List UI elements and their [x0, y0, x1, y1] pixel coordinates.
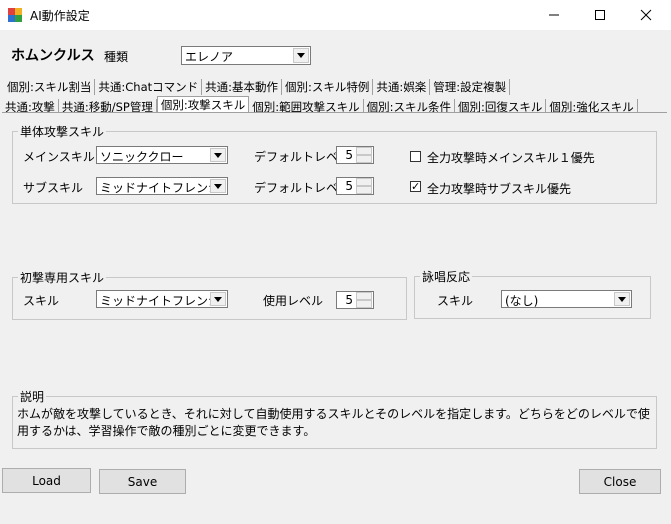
sub-skill-select[interactable]: ミッドナイトフレンジ [96, 177, 228, 195]
first-attack-group-label: 初撃専用スキル [18, 269, 107, 286]
chevron-down-icon[interactable] [614, 292, 630, 306]
tab-skill-assign[interactable]: 個別:スキル割当 [4, 79, 96, 95]
maximize-button[interactable] [577, 0, 623, 30]
tab-row-1: 個別:スキル割当 共通:Chatコマンド 共通:基本動作 個別:スキル特例 共通… [4, 79, 511, 95]
first-attack-level-label: 使用レベル [263, 294, 324, 308]
app-icon [8, 8, 22, 22]
minimize-icon [549, 14, 559, 16]
sub-level-value: 5 [345, 179, 353, 193]
chant-reaction-group-label: 詠唱反応 [420, 268, 473, 285]
sub-priority-label: 全力攻撃時サブスキル優先 [427, 182, 572, 196]
main-level-value: 5 [345, 148, 353, 162]
spin-up-icon[interactable] [356, 147, 372, 155]
window-title: AI動作設定 [30, 9, 90, 23]
chant-skill-label: スキル [437, 294, 474, 308]
spin-down-icon[interactable] [356, 186, 372, 194]
kind-select[interactable]: エレノア [181, 46, 311, 65]
tab-chat-command[interactable]: 共通:Chatコマンド [95, 79, 203, 95]
first-attack-skill-label: スキル [23, 294, 60, 308]
first-attack-level-value: 5 [345, 293, 353, 307]
description-group-label: 説明 [18, 388, 47, 405]
main-skill-label: メインスキル [23, 150, 95, 164]
first-attack-skill-select[interactable]: ミッドナイトフレンジ [96, 290, 228, 308]
sub-skill-value: ミッドナイトフレンジ [100, 181, 221, 195]
check-mark-icon: ✓ [411, 180, 421, 193]
minimize-button[interactable] [531, 0, 577, 30]
tab-skill-exception[interactable]: 個別:スキル特例 [282, 79, 374, 95]
main-level-stepper[interactable]: 5 [336, 146, 374, 164]
main-priority-checkbox[interactable] [410, 151, 421, 162]
load-button[interactable]: Load [2, 468, 91, 493]
single-attack-group-label: 単体攻撃スキル [18, 123, 107, 140]
title-bar: AI動作設定 [0, 0, 671, 30]
tab-entertainment[interactable]: 共通:娯楽 [373, 79, 431, 95]
close-button[interactable]: Close [579, 469, 661, 494]
main-skill-value: ソニッククロー [100, 150, 184, 164]
spin-up-icon[interactable] [356, 292, 372, 300]
chevron-down-icon[interactable] [293, 48, 309, 63]
close-window-button[interactable] [623, 0, 669, 30]
save-button[interactable]: Save [99, 469, 186, 494]
spin-up-icon[interactable] [356, 178, 372, 186]
chant-skill-value: (なし) [505, 294, 539, 308]
homunculus-label: ホムンクルス [11, 48, 95, 64]
close-icon [640, 9, 652, 21]
chevron-down-icon[interactable] [210, 179, 226, 193]
tab-basic-action[interactable]: 共通:基本動作 [202, 79, 282, 95]
chant-skill-select[interactable]: (なし) [501, 290, 632, 308]
chevron-down-icon[interactable] [210, 292, 226, 306]
main-skill-select[interactable]: ソニッククロー [96, 146, 228, 164]
spin-down-icon[interactable] [356, 300, 372, 308]
kind-select-value: エレノア [185, 50, 234, 64]
maximize-icon [595, 10, 605, 20]
first-attack-skill-value: ミッドナイトフレンジ [100, 294, 221, 308]
chevron-down-icon[interactable] [210, 148, 226, 162]
sub-priority-checkbox[interactable]: ✓ [410, 181, 421, 192]
sub-level-stepper[interactable]: 5 [336, 177, 374, 195]
main-priority-label: 全力攻撃時メインスキル１優先 [427, 151, 595, 165]
tab-settings-copy[interactable]: 管理:設定複製 [430, 79, 511, 95]
kind-label: 種類 [104, 50, 129, 64]
first-attack-level-stepper[interactable]: 5 [336, 291, 374, 309]
description-text: ホムが敵を攻撃しているとき、それに対して自動使用するスキルとそのレベルを指定しま… [17, 407, 650, 438]
spin-down-icon[interactable] [356, 155, 372, 163]
sub-skill-label: サブスキル [23, 181, 84, 195]
